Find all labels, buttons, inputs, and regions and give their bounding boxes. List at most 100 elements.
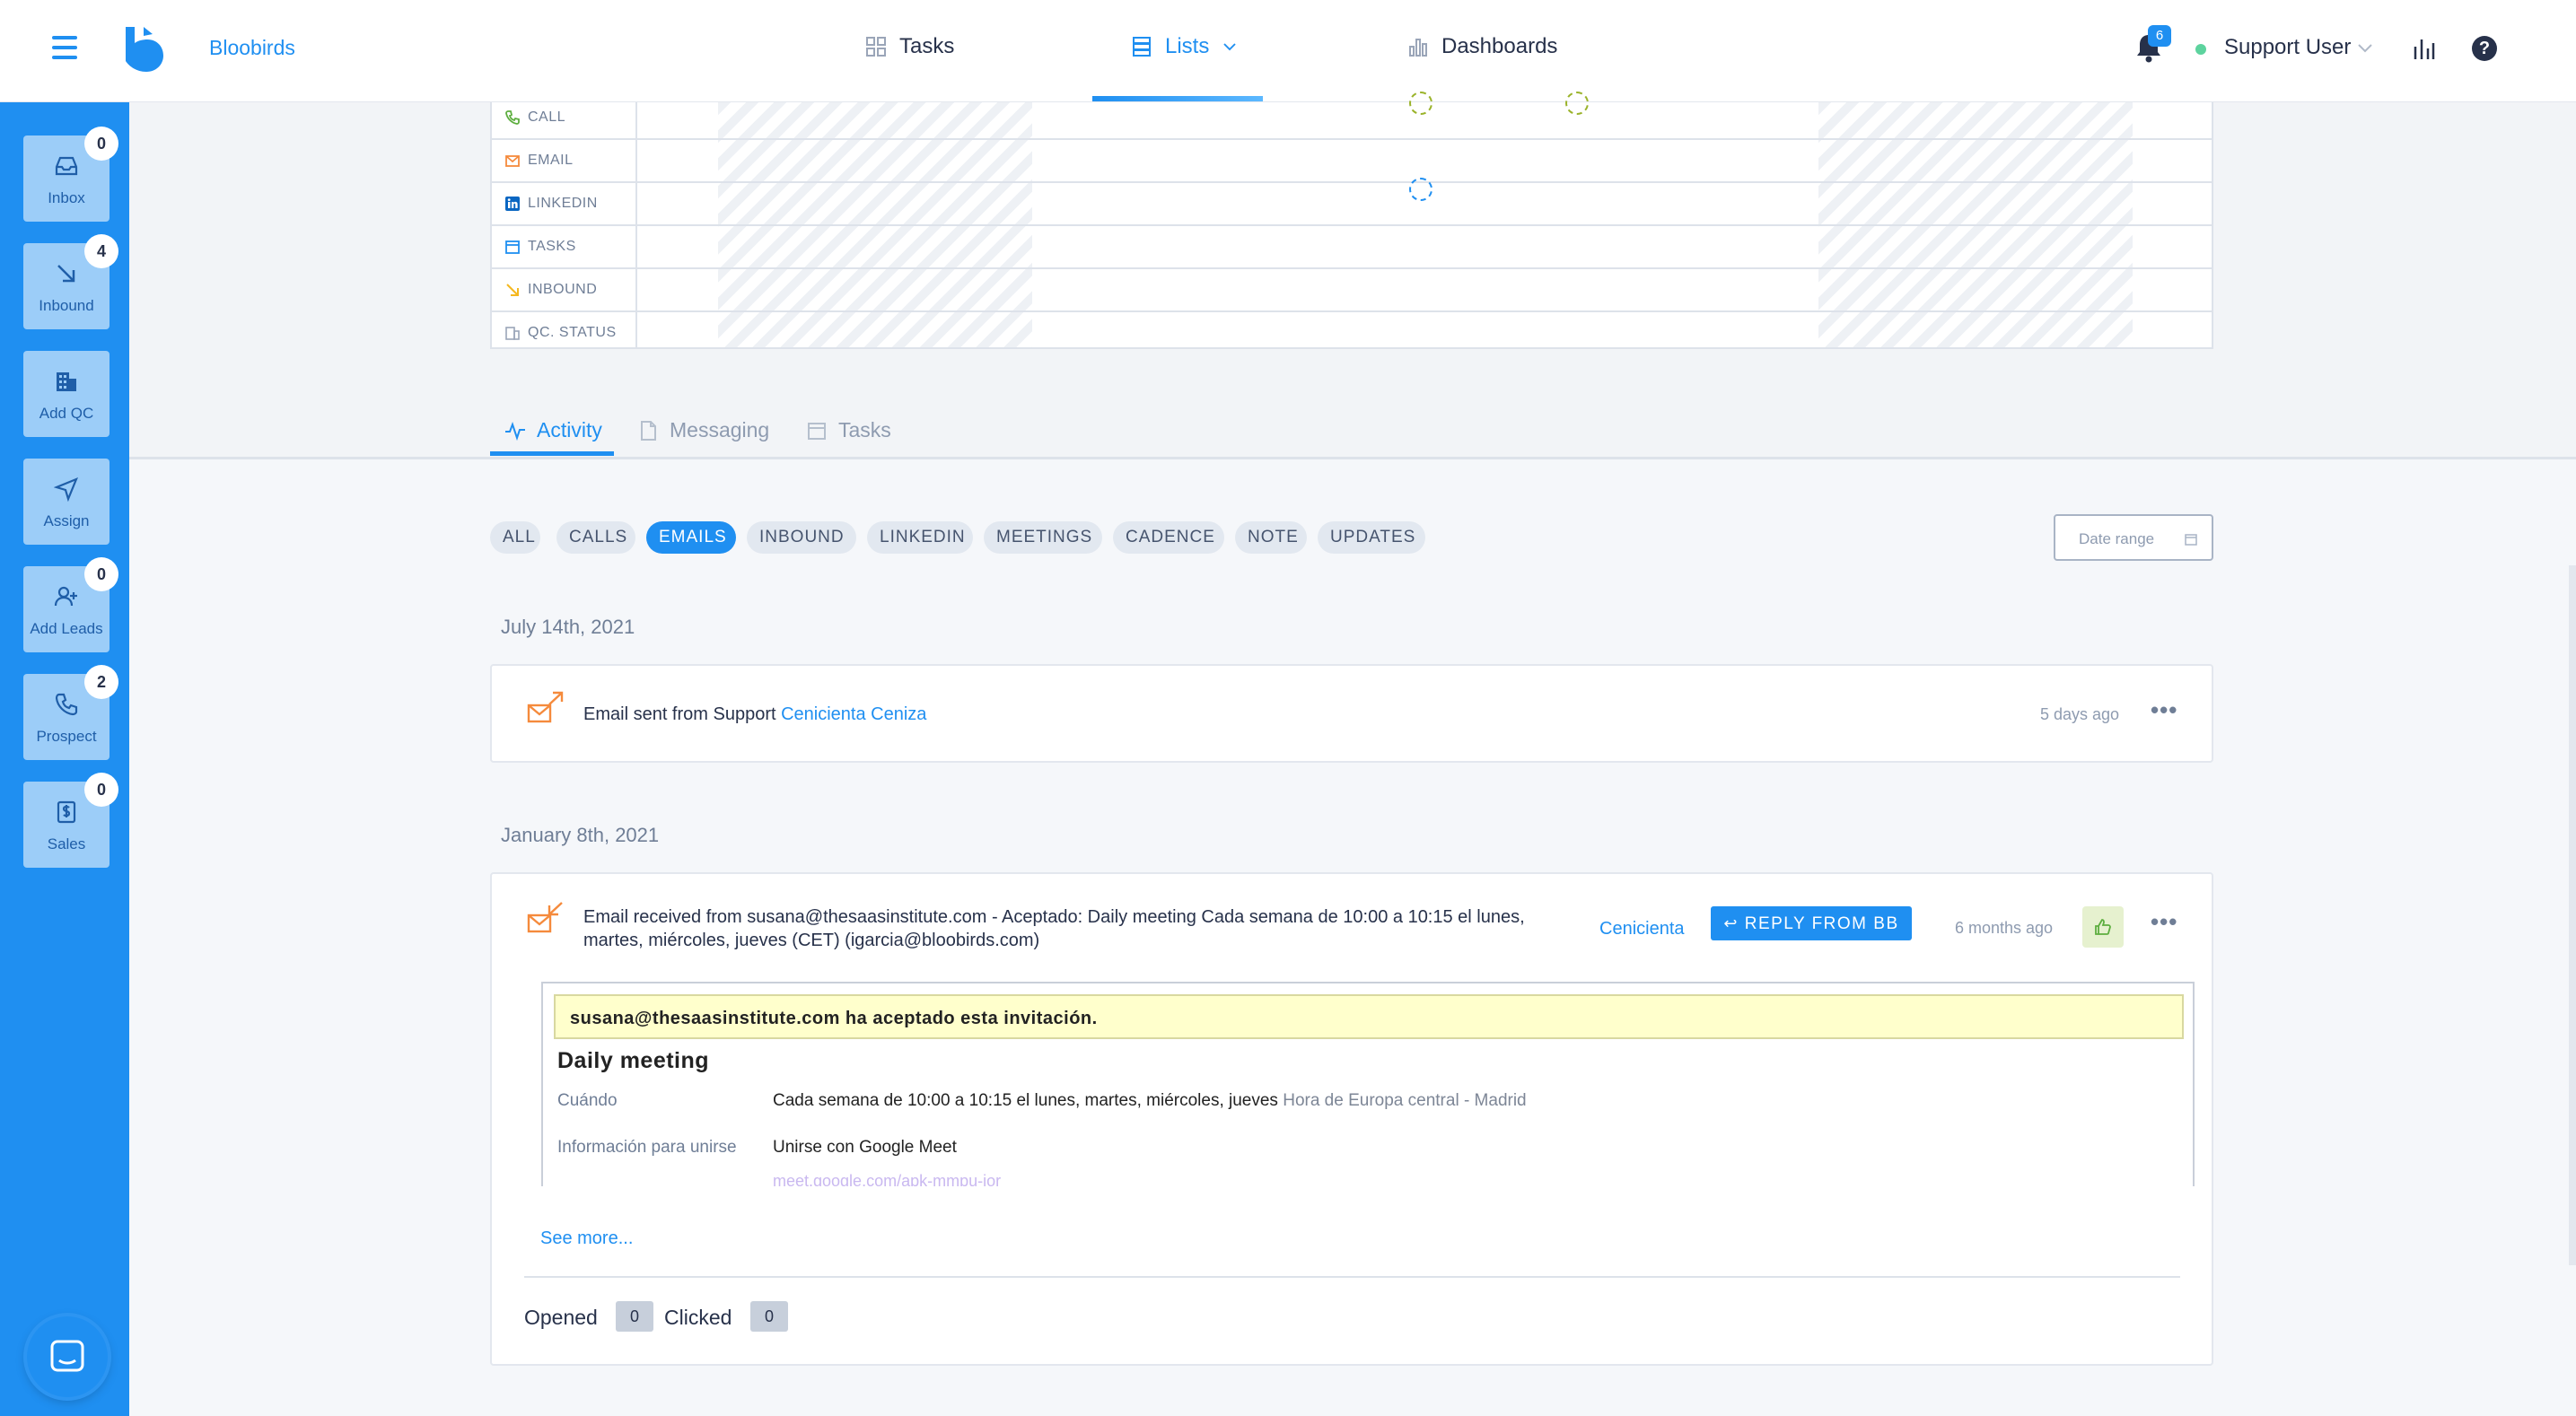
date-range-placeholder: Date range xyxy=(2079,530,2155,547)
sidebar-item-add-qc[interactable]: Add QC xyxy=(23,351,110,437)
filter-emails[interactable]: EMAILS xyxy=(646,521,736,554)
nav-lists[interactable]: Lists xyxy=(1131,34,1238,59)
list-icon xyxy=(1133,37,1151,57)
clicked-label: Clicked xyxy=(664,1306,732,1329)
invitation-banner: susana@thesaasinstitute.com ha aceptado … xyxy=(554,994,2184,1039)
activity-marker[interactable] xyxy=(1409,178,1433,201)
meet-link[interactable]: meet.google.com/apk-mmpu-jor xyxy=(773,1172,1001,1186)
email-sent-icon xyxy=(527,691,564,723)
sidebar-item-label: Add Leads xyxy=(30,620,103,637)
date-heading: January 8th, 2021 xyxy=(501,824,660,846)
chevron-down-icon[interactable] xyxy=(2357,42,2373,55)
grid-icon xyxy=(866,37,886,57)
activity-text: Email sent from Support xyxy=(583,704,776,724)
when-timezone: Hora de Europa central - Madrid xyxy=(1283,1091,1527,1110)
activity-description: Email received from susana@thesaasinstit… xyxy=(583,907,1525,950)
scrollbar[interactable] xyxy=(2569,565,2576,1265)
notification-badge: 6 xyxy=(2148,25,2171,47)
filter-updates[interactable]: UPDATES xyxy=(1318,521,1425,554)
filter-all[interactable]: ALL xyxy=(490,521,540,554)
activity-time: 5 days ago xyxy=(2040,705,2120,723)
filter-cadence[interactable]: CADENCE xyxy=(1113,521,1224,554)
nav-dashboards[interactable]: Dashboards xyxy=(1407,34,1557,59)
user-menu[interactable]: Support User xyxy=(2224,35,2351,60)
email-preview: susana@thesaasinstitute.com ha aceptado … xyxy=(541,982,2195,1186)
sidebar-item-inbox[interactable]: Inbox 0 xyxy=(23,127,118,222)
date-range-picker[interactable]: Date range xyxy=(2054,514,2213,561)
activity-icon xyxy=(505,421,525,441)
grid-row-label: QC. STATUS xyxy=(504,325,617,341)
tabs-divider xyxy=(129,457,2576,459)
date-heading: July 14th, 2021 xyxy=(501,616,635,638)
card-divider xyxy=(524,1276,2180,1278)
nav-tasks[interactable]: Tasks xyxy=(865,34,954,59)
calendar-icon xyxy=(808,422,826,440)
email-received-icon xyxy=(527,902,563,933)
tab-label: Activity xyxy=(537,418,602,441)
grid-row-inbound: INBOUND xyxy=(492,269,2212,312)
tab-tasks[interactable]: Tasks xyxy=(806,418,891,442)
sidebar-item-sales[interactable]: Sales 0 xyxy=(23,773,118,868)
sidebar-item-add-leads[interactable]: Add Leads 0 xyxy=(23,557,118,652)
sidebar: Inbox 0 Inbound 4 Add QC Assign Add Lead… xyxy=(0,102,129,1416)
tab-activity[interactable]: Activity xyxy=(504,418,602,442)
grid-row-label-text: LINKEDIN xyxy=(528,196,598,211)
help-icon[interactable]: ? xyxy=(2472,36,2497,61)
tab-active-indicator xyxy=(490,451,614,456)
sidebar-item-label: Inbox xyxy=(48,189,85,206)
grid-row-label: LINKEDIN xyxy=(504,196,598,212)
sidebar-item-prospect[interactable]: Prospect 2 xyxy=(23,665,118,760)
more-options-icon[interactable]: ••• xyxy=(2151,908,2177,936)
grid-row-label: CALL xyxy=(504,109,565,126)
filter-meetings[interactable]: MEETINGS xyxy=(984,521,1102,554)
reply-icon: ↩ xyxy=(1723,914,1739,932)
thumbs-up-button[interactable] xyxy=(2082,906,2124,948)
sidebar-item-assign[interactable]: Assign xyxy=(23,459,110,545)
when-label: Cuándo xyxy=(557,1091,618,1110)
chat-launcher[interactable] xyxy=(27,1316,108,1397)
tab-messaging[interactable]: Messaging xyxy=(637,418,769,442)
grid-row-qc-status: QC. STATUS xyxy=(492,312,2212,355)
send-icon xyxy=(54,476,79,502)
filter-calls[interactable]: CALLS xyxy=(556,521,635,554)
bloobirds-logo[interactable] xyxy=(126,27,163,72)
bar-chart-icon xyxy=(1409,39,1427,57)
reply-from-bb-button[interactable]: ↩ REPLY FROM BB xyxy=(1711,906,1912,940)
top-bar: Bloobirds Tasks Lists Dashboards 6 Suppo… xyxy=(0,0,2576,102)
grid-row-label-text: EMAIL xyxy=(528,153,574,168)
filter-linkedin[interactable]: LINKEDIN xyxy=(867,521,973,554)
menu-icon[interactable] xyxy=(52,36,77,59)
grid-row-label-text: TASKS xyxy=(528,239,576,254)
opened-label: Opened xyxy=(524,1306,598,1329)
filter-note[interactable]: NOTE xyxy=(1235,521,1307,554)
sidebar-item-inbound[interactable]: Inbound 4 xyxy=(23,234,118,329)
opened-count: 0 xyxy=(616,1301,653,1332)
phone-icon xyxy=(505,110,520,125)
more-options-icon[interactable]: ••• xyxy=(2151,696,2177,724)
see-more-link[interactable]: See more... xyxy=(540,1228,633,1249)
arrow-down-right-icon xyxy=(57,265,75,283)
join-value: Unirse con Google Meet xyxy=(773,1138,957,1157)
thumbs-up-icon xyxy=(2095,919,2111,935)
nav-tasks-label: Tasks xyxy=(899,34,955,58)
activity-marker[interactable] xyxy=(1565,92,1589,115)
stats-icon[interactable] xyxy=(2411,36,2436,61)
grid-row-tasks: TASKS xyxy=(492,226,2212,269)
brand-name[interactable]: Bloobirds xyxy=(209,36,295,60)
chat-icon xyxy=(50,1340,84,1372)
phone-icon xyxy=(55,693,78,716)
when-value: Cada semana de 10:00 a 10:15 el lunes, m… xyxy=(773,1091,1527,1111)
grid-row-call: CALL xyxy=(492,97,2212,140)
nav-dashboards-label: Dashboards xyxy=(1441,34,1558,58)
sidebar-item-label: Inbound xyxy=(39,297,94,314)
tab-label: Tasks xyxy=(838,418,891,441)
join-label: Información para unirse xyxy=(557,1138,737,1157)
event-title: Daily meeting xyxy=(557,1048,710,1073)
filter-inbound[interactable]: INBOUND xyxy=(747,521,856,554)
lead-link[interactable]: Cenicienta Ceniza xyxy=(781,704,926,724)
sidebar-item-label: Prospect xyxy=(36,728,97,745)
activity-marker[interactable] xyxy=(1409,92,1433,115)
lead-link[interactable]: Cenicienta xyxy=(1599,917,1685,940)
dollar-icon xyxy=(57,800,76,824)
grid-row-label-text: QC. STATUS xyxy=(528,325,617,340)
